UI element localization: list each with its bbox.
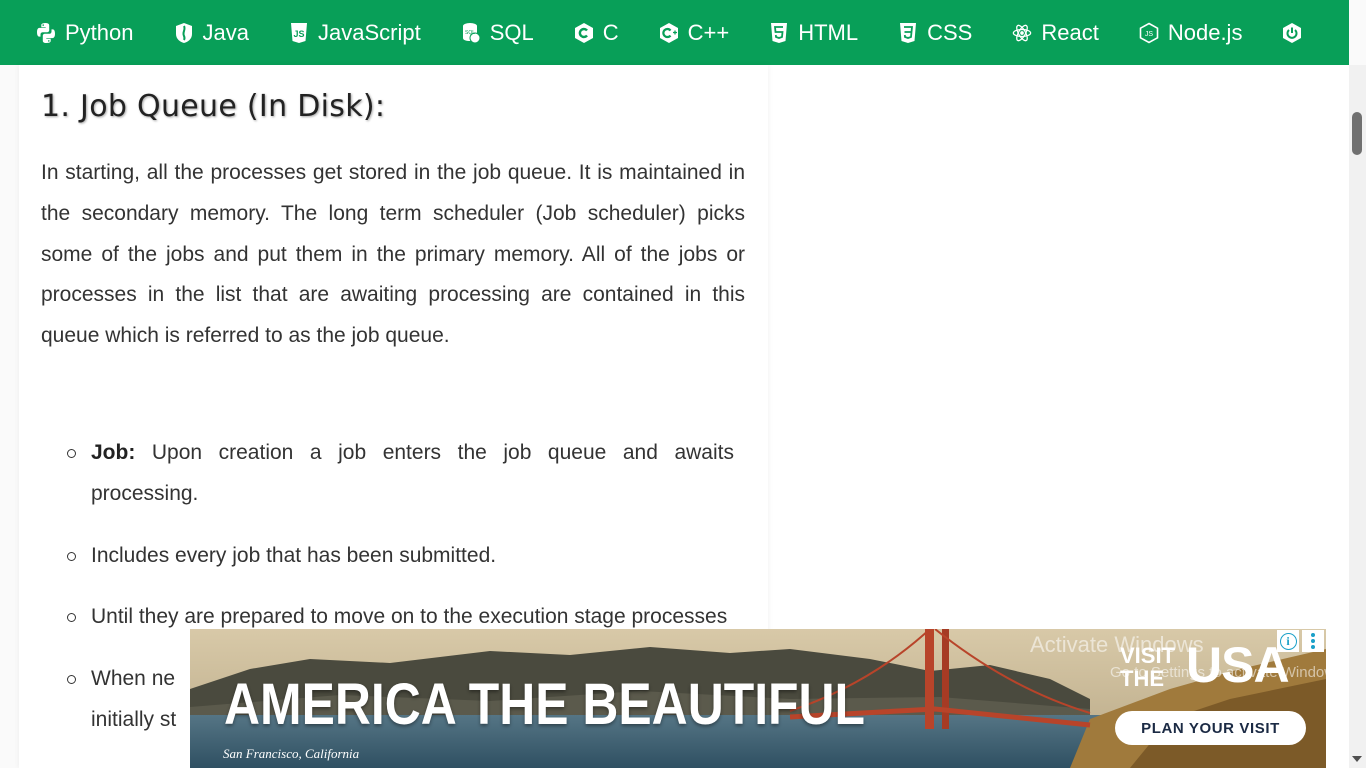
activate-windows-watermark: Activate Windows: [1030, 632, 1204, 657]
scrollbar-track[interactable]: [1349, 65, 1366, 768]
nav-label: CSS: [927, 19, 973, 45]
bullet-text: Until they are prepared to move on to th…: [91, 605, 728, 629]
nav-label: C: [602, 19, 619, 45]
python-icon: [36, 22, 56, 44]
list-item: Includes every job that has been submitt…: [67, 536, 734, 577]
nav-label: JavaScript: [317, 19, 421, 45]
nav-item-nodejs[interactable]: JS Node.js: [1139, 0, 1243, 65]
nav-item-more[interactable]: [1282, 0, 1311, 65]
css-icon: [898, 22, 918, 44]
nav-item-python[interactable]: Python: [36, 0, 134, 65]
ad-caption: San Francisco, California: [223, 746, 360, 761]
power-icon: [1282, 22, 1302, 44]
nav-item-html[interactable]: HTML: [769, 0, 858, 65]
nav-item-javascript[interactable]: JS JavaScript: [289, 0, 421, 65]
svg-text:JS: JS: [293, 29, 304, 39]
nav-item-cpp[interactable]: C++: [659, 0, 730, 65]
cpp-icon: [659, 22, 679, 44]
list-item: Job: Upon creation a job enters the job …: [67, 433, 734, 515]
scroll-down-arrow-icon[interactable]: [1352, 756, 1362, 762]
nodejs-icon: JS: [1139, 22, 1159, 44]
bullet-text: Upon creation a job enters the job queue…: [91, 441, 734, 505]
ad-headline: AMERICA THE BEAUTIFUL: [224, 672, 866, 737]
nav-item-java[interactable]: Java: [174, 0, 249, 65]
c-icon: [574, 22, 594, 44]
ad-menu-icon[interactable]: [1302, 630, 1324, 652]
page-scrollbar[interactable]: [1349, 65, 1366, 768]
nav-label: Java: [202, 19, 249, 45]
react-icon: [1012, 22, 1032, 44]
java-icon: [174, 22, 194, 44]
section-heading: 1. Job Queue (In Disk):: [41, 89, 386, 124]
bullet-text: When ne: [91, 667, 176, 691]
ad-info-icon[interactable]: i: [1277, 630, 1299, 652]
plan-your-visit-button[interactable]: PLAN YOUR VISIT: [1115, 711, 1306, 745]
nav-item-css[interactable]: CSS: [898, 0, 972, 65]
html-icon: [769, 22, 789, 44]
svg-text:SQL: SQL: [465, 30, 475, 36]
bullet-text: Includes every job that has been submitt…: [91, 543, 497, 567]
scrollbar-thumb[interactable]: [1352, 112, 1362, 155]
nav-label: Python: [65, 19, 134, 45]
nav-label: React: [1041, 19, 1099, 45]
nav-label: SQL: [489, 19, 534, 45]
nav-item-react[interactable]: React: [1012, 0, 1099, 65]
sql-icon: SQL: [461, 22, 481, 44]
article-paragraph: In starting, all the processes get store…: [41, 161, 745, 348]
nav-item-c[interactable]: C: [574, 0, 619, 65]
svg-text:JS: JS: [1145, 31, 1154, 38]
nav-label: Node.js: [1167, 19, 1243, 45]
activate-windows-hint: Go to Settings to activate Windows.: [1110, 664, 1347, 681]
top-nav: Python Java JS JavaScript SQL SQL C C++: [0, 0, 1349, 65]
javascript-icon: JS: [289, 22, 309, 44]
nav-item-sql[interactable]: SQL SQL: [461, 0, 534, 65]
bullet-bold-label: Job:: [91, 441, 136, 464]
bullet-text-continued: initially st: [91, 707, 177, 731]
nav-label: HTML: [798, 19, 859, 45]
nav-label: C++: [687, 19, 730, 45]
